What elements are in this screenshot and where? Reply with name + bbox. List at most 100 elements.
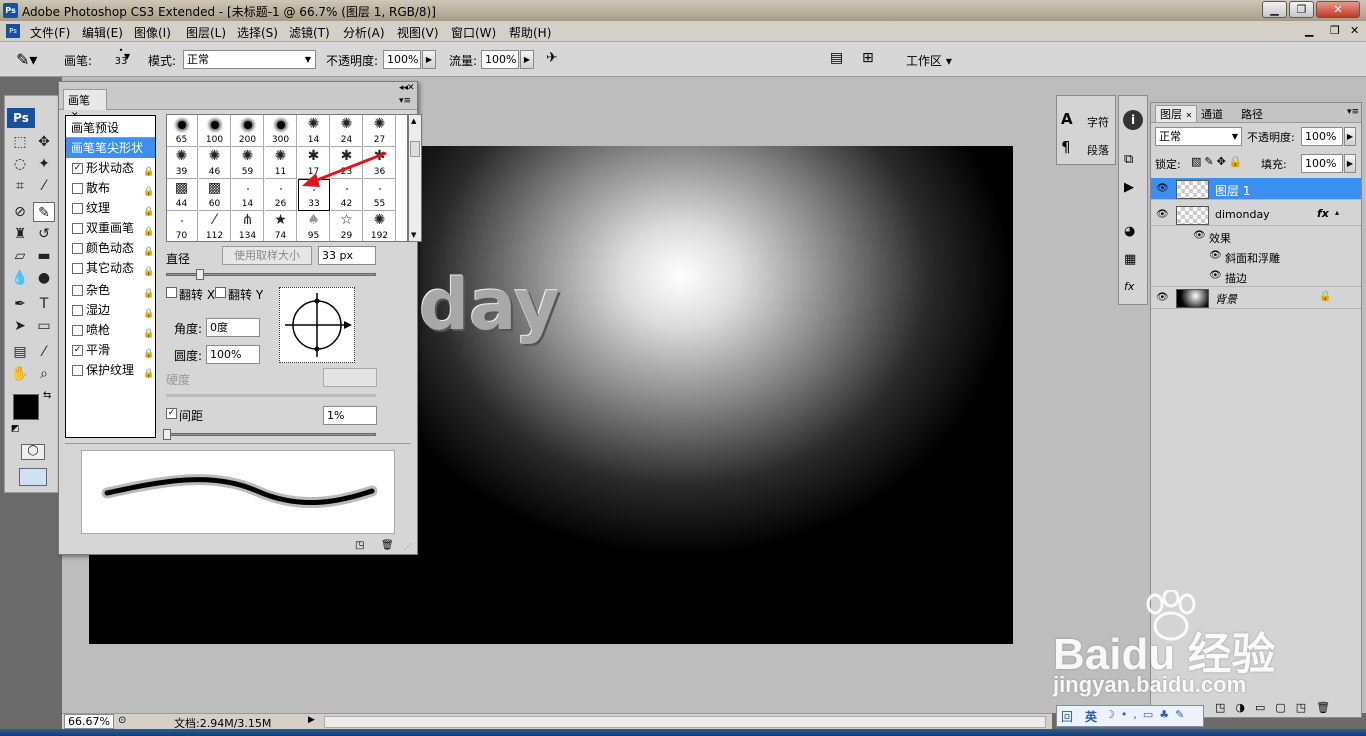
brush-tip-cell[interactable]: ☆ 29: [331, 211, 363, 241]
swatches-icon[interactable]: ▦: [1124, 252, 1136, 267]
brush-tip-cell[interactable]: ★ 74: [265, 211, 297, 241]
brush-setting-checkbox[interactable]: [72, 305, 83, 316]
new-brush-icon[interactable]: ◳: [355, 540, 364, 551]
layer-row[interactable]: 👁 dimonday fx ▴: [1151, 204, 1361, 226]
brush-setting-item[interactable]: 纹理 🔒: [66, 198, 155, 218]
paragraph-tab[interactable]: 段落: [1087, 142, 1109, 158]
type-tool-icon[interactable]: T: [33, 294, 55, 314]
fill-input[interactable]: 100%: [1301, 154, 1343, 173]
palette-well-icon[interactable]: ▤: [830, 50, 843, 66]
brush-tip-cell[interactable]: ▩ 60: [199, 179, 231, 211]
lock-icon[interactable]: 🔒: [143, 162, 154, 177]
brush-tip-cell[interactable]: 200: [232, 115, 264, 147]
brush-tip-cell[interactable]: ✺ 39: [167, 147, 198, 179]
magic-wand-tool-icon[interactable]: ✦: [33, 154, 55, 174]
fill-slider-button[interactable]: ▶: [1344, 154, 1356, 173]
brush-tip-scrollbar[interactable]: ▲ ▼: [408, 114, 422, 242]
tab-channels[interactable]: 通道: [1201, 106, 1223, 122]
blend-mode-select[interactable]: 正常 ▼: [1155, 127, 1242, 146]
brush-tip-cell[interactable]: ✺ 59: [232, 147, 264, 179]
styles-icon[interactable]: fx: [1124, 280, 1134, 293]
menu-file[interactable]: 文件(F): [30, 24, 70, 41]
eye-icon[interactable]: 👁: [1156, 183, 1169, 194]
brush-tool-preset-icon[interactable]: ✎▾: [16, 50, 37, 69]
color-icon[interactable]: ◕: [1124, 224, 1135, 239]
mode-select[interactable]: 正常 ▼: [183, 50, 316, 69]
slice-tool-icon[interactable]: ⁄: [33, 176, 55, 196]
brush-setting-checkbox[interactable]: [72, 183, 83, 194]
brush-setting-item[interactable]: 散布 🔒: [66, 178, 155, 198]
brush-tip-cell[interactable]: ♠ 95: [298, 211, 330, 241]
lock-icon[interactable]: 🔒: [143, 284, 154, 299]
document-icon[interactable]: Ps: [6, 24, 20, 38]
doc-minimize-button[interactable]: ▁: [1305, 24, 1313, 37]
eye-icon[interactable]: 👁: [1156, 209, 1169, 220]
tab-brush[interactable]: 画笔 ✕: [63, 89, 107, 121]
swap-colors-icon[interactable]: ⇆: [43, 390, 51, 401]
airbrush-icon[interactable]: ✈: [546, 50, 558, 66]
doc-close-button[interactable]: ✕: [1350, 24, 1359, 37]
history-brush-tool-icon[interactable]: ↺: [33, 224, 55, 244]
gradient-tool-icon[interactable]: ▬: [33, 246, 55, 266]
lock-icon[interactable]: 🔒: [143, 262, 154, 277]
menu-image[interactable]: 图像(I): [134, 24, 171, 41]
history-icon[interactable]: ⧉: [1124, 152, 1133, 167]
info-icon[interactable]: i: [1123, 110, 1143, 130]
brush-setting-item[interactable]: 保护纹理 🔒: [66, 360, 155, 380]
trash-icon[interactable]: 🗑: [381, 540, 394, 551]
character-icon[interactable]: A: [1061, 110, 1073, 128]
brush-setting-checkbox[interactable]: [72, 243, 83, 254]
character-tab[interactable]: 字符: [1087, 114, 1109, 130]
menu-edit[interactable]: 编辑(E): [82, 24, 123, 41]
brush-setting-item[interactable]: 双重画笔 🔒: [66, 218, 155, 238]
menu-view[interactable]: 视图(V): [397, 24, 439, 41]
paragraph-icon[interactable]: ¶: [1061, 138, 1071, 156]
opacity-slider-button[interactable]: ▶: [422, 50, 436, 69]
resize-grip-icon[interactable]: ⋰: [404, 542, 412, 551]
foreground-color-swatch[interactable]: [13, 394, 39, 420]
brush-setting-item[interactable]: 画笔预设: [66, 118, 155, 138]
layer-opacity-slider-button[interactable]: ▶: [1344, 127, 1356, 146]
flow-slider-button[interactable]: ▶: [520, 50, 534, 69]
brush-tip-cell[interactable]: ⋔ 134: [232, 211, 264, 241]
brush-setting-checkbox[interactable]: [72, 365, 83, 376]
brush-tool-icon[interactable]: ✎: [33, 202, 55, 222]
panel-menu-icon[interactable]: ▾≡: [1347, 107, 1359, 117]
diameter-input[interactable]: 33 px: [318, 246, 376, 265]
brush-setting-item[interactable]: ✓ 形状动态 🔒: [66, 158, 155, 178]
brush-setting-checkbox[interactable]: [72, 203, 83, 214]
brush-tip-cell[interactable]: ✺ 192: [364, 211, 396, 241]
panel-menu-icon[interactable]: ▾≡: [399, 96, 411, 106]
opacity-input[interactable]: 100%: [383, 50, 421, 69]
shape-tool-icon[interactable]: ▭: [33, 316, 55, 336]
effects-group-row[interactable]: 👁 效果: [1151, 227, 1361, 247]
crop-tool-icon[interactable]: ⌗: [9, 176, 31, 196]
screen-mode-icon[interactable]: [19, 468, 47, 486]
brush-tip-cell[interactable]: 70: [167, 211, 198, 241]
default-colors-icon[interactable]: ◩: [11, 424, 20, 434]
flip-y-checkbox[interactable]: [215, 287, 226, 298]
menu-select[interactable]: 选择(S): [237, 24, 278, 41]
lock-icons[interactable]: ▧✎✥🔒: [1191, 155, 1246, 168]
eraser-tool-icon[interactable]: ▱: [9, 246, 31, 266]
pen-tool-icon[interactable]: ✒: [9, 294, 31, 314]
lock-icon[interactable]: 🔒: [143, 182, 154, 197]
horizontal-scrollbar[interactable]: [324, 716, 1046, 728]
zoom-tool-icon[interactable]: ⌕: [33, 364, 55, 384]
hand-tool-icon[interactable]: ✋: [9, 364, 31, 384]
tab-layers[interactable]: 图层 ✕: [1155, 105, 1197, 123]
brush-setting-item[interactable]: 湿边 🔒: [66, 300, 155, 320]
spacing-slider[interactable]: [166, 433, 376, 436]
menu-analysis[interactable]: 分析(A): [343, 24, 385, 41]
menu-window[interactable]: 窗口(W): [451, 24, 496, 41]
menu-filter[interactable]: 滤镜(T): [289, 24, 330, 41]
brush-setting-checkbox[interactable]: [72, 223, 83, 234]
panel-close-icon[interactable]: ✕: [407, 83, 415, 93]
lock-icon[interactable]: 🔒: [143, 364, 154, 379]
layer-fx-badge[interactable]: fx: [1317, 207, 1329, 220]
status-menu-arrow-icon[interactable]: ▶: [308, 715, 315, 725]
close-button[interactable]: ✕: [1316, 1, 1360, 18]
blur-tool-icon[interactable]: 💧: [9, 268, 31, 288]
lock-icon[interactable]: 🔒: [143, 202, 154, 217]
brush-setting-checkbox[interactable]: [72, 325, 83, 336]
